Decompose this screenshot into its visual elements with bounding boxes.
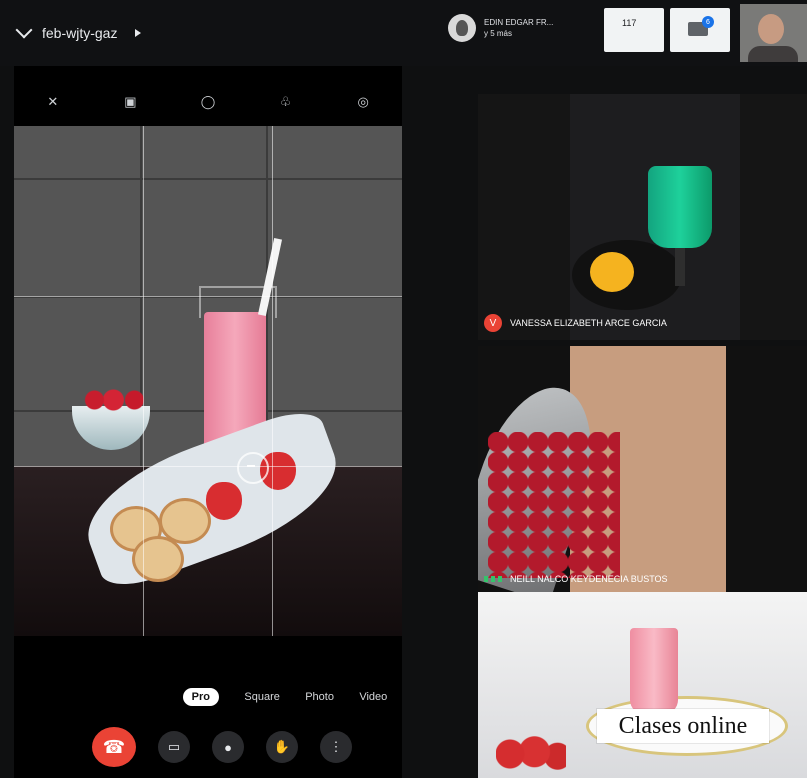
host-avatar: [448, 14, 476, 42]
grid-line: [143, 126, 144, 636]
filter-icon[interactable]: ♧: [278, 94, 294, 110]
mode-square[interactable]: Square: [244, 691, 279, 703]
host-text: EDIN EDGAR FR... y 5 más: [484, 17, 553, 39]
hand-icon[interactable]: ✋: [266, 731, 298, 763]
end-call-icon[interactable]: ☎: [92, 727, 136, 767]
glass-stem: [675, 248, 685, 286]
chat-badge: 6: [702, 16, 714, 28]
participant-badge: V: [484, 314, 502, 332]
more-icon[interactable]: ⋮: [320, 731, 352, 763]
play-icon[interactable]: [135, 29, 142, 37]
mode-pro[interactable]: Pro: [182, 688, 220, 706]
fruit-slice: [132, 536, 184, 582]
chevron-down-icon[interactable]: [15, 21, 33, 39]
grid-line: [14, 466, 402, 467]
chat-button[interactable]: 6: [670, 8, 730, 52]
camera-mode-selector: Pro Square Photo Video: [170, 686, 400, 708]
hdr-icon[interactable]: ▣: [122, 94, 138, 110]
video-icon[interactable]: ▭: [158, 731, 190, 763]
host-name: EDIN EDGAR FR...: [484, 18, 554, 27]
green-drink-glass: [648, 166, 712, 248]
settings-icon[interactable]: ◎: [355, 94, 371, 110]
focus-ring[interactable]: [237, 452, 269, 484]
participant-name: VANESSA ELIZABETH ARCE GARCIA: [510, 318, 667, 328]
participant-name-row: V VANESSA ELIZABETH ARCE GARCIA: [484, 314, 667, 332]
tile-line: [14, 178, 402, 180]
participant-tile[interactable]: NEILL NALCO KEYDENECIA BUSTOS: [478, 346, 807, 592]
people-count: 117: [622, 18, 637, 28]
mode-photo[interactable]: Photo: [305, 691, 334, 703]
zoom-presets: [14, 622, 402, 648]
camera-top-icons: ✕ ▣ ◯ ♧ ◎: [14, 88, 402, 116]
meeting-code: feb-wjty-gaz: [42, 25, 118, 41]
flash-icon[interactable]: ✕: [45, 94, 61, 110]
grid-line: [14, 296, 402, 297]
participant-tile[interactable]: V VANESSA ELIZABETH ARCE GARCIA: [478, 94, 807, 340]
fruit: [590, 252, 634, 292]
audio-wave-icon: [484, 576, 502, 582]
self-camera-preview[interactable]: [740, 4, 807, 62]
mode-video[interactable]: Video: [359, 691, 387, 703]
meeting-code-header[interactable]: feb-wjty-gaz: [15, 20, 142, 46]
strawberries: [496, 732, 566, 776]
grid-line: [272, 126, 273, 636]
participant-tile[interactable]: [478, 592, 807, 778]
caption-overlay: Clases online: [597, 709, 769, 743]
timer-icon[interactable]: ◯: [200, 94, 216, 110]
pomegranate-seeds: [488, 432, 620, 578]
participant-name-row: NEILL NALCO KEYDENECIA BUSTOS: [484, 574, 668, 584]
people-button[interactable]: 117: [604, 8, 664, 52]
mic-icon[interactable]: ●: [212, 731, 244, 763]
host-status: y 5 más: [484, 29, 513, 38]
participant-name: NEILL NALCO KEYDENECIA BUSTOS: [510, 574, 668, 584]
camera-viewfinder: [14, 126, 402, 636]
host-info: EDIN EDGAR FR... y 5 más: [448, 8, 598, 48]
pink-drink-glass: [630, 628, 678, 714]
meeting-controls: ☎ ▭ ● ✋ ⋮: [14, 724, 402, 770]
strawberry: [206, 482, 242, 520]
